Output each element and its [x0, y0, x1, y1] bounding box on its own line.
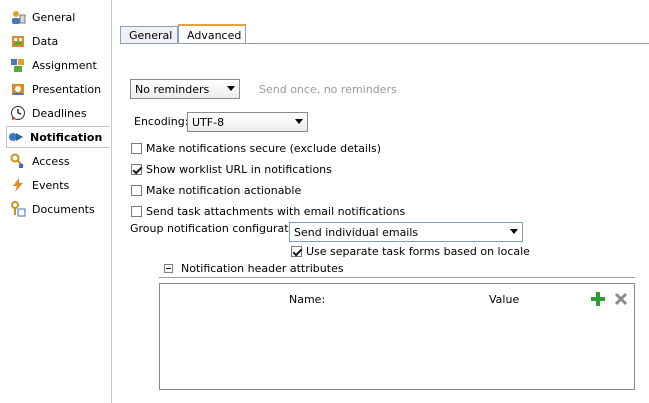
general-icon [9, 8, 27, 26]
sidebar-item-label: Assignment [32, 58, 97, 72]
documents-icon [9, 200, 27, 218]
worklist-checkbox[interactable]: Show worklist URL in notifications [131, 163, 332, 176]
chevron-down-icon [510, 229, 518, 234]
sidebar-item-notification[interactable]: Notification [6, 126, 110, 148]
attachments-checkbox[interactable]: Send task attachments with email notific… [131, 205, 405, 218]
main-panel: General Advanced No reminders Send once,… [112, 0, 649, 403]
chevron-down-icon [295, 119, 303, 124]
checkbox-box [131, 185, 142, 196]
add-icon[interactable] [590, 291, 606, 307]
checkbox-box [291, 246, 302, 257]
reminders-value: No reminders [135, 82, 210, 96]
encoding-label: Encoding: [134, 115, 189, 128]
sidebar-item-access[interactable]: Access [9, 150, 109, 172]
sidebar-item-label: Access [32, 154, 70, 168]
lightning-icon [9, 176, 27, 194]
reminders-select[interactable]: No reminders [130, 79, 240, 99]
header-attributes-table: Name: Value [159, 283, 635, 390]
secure-checkbox-label: Make notifications secure (exclude detai… [146, 142, 382, 155]
sidebar-item-label: Events [32, 178, 70, 192]
chevron-down-icon [227, 86, 235, 91]
separate-forms-checkbox[interactable]: Use separate task forms based on locale [291, 245, 530, 258]
sidebar-item-label: General [32, 10, 76, 24]
encoding-value: UTF-8 [192, 115, 225, 129]
sidebar-item-general[interactable]: General [9, 6, 109, 28]
checkbox-box [131, 206, 142, 217]
tab-general[interactable]: General [120, 26, 178, 43]
checkbox-box [131, 164, 142, 175]
sidebar-item-data[interactable]: Data [9, 30, 109, 52]
section-title: Notification header attributes [181, 262, 344, 275]
sidebar: General Data Assignment Presentation Dea… [0, 0, 112, 403]
sidebar-item-documents[interactable]: Documents [9, 198, 109, 220]
sidebar-item-label: Data [32, 34, 59, 48]
presentation-icon [9, 80, 27, 98]
encoding-select[interactable]: UTF-8 [187, 112, 308, 132]
collapse-icon[interactable] [164, 264, 173, 273]
sidebar-item-label: Notification [30, 130, 103, 144]
sidebar-item-presentation[interactable]: Presentation [9, 78, 109, 100]
section-divider [159, 277, 635, 278]
assignment-icon [9, 56, 27, 74]
reminders-hint: Send once, no reminders [259, 83, 397, 96]
sidebar-item-deadlines[interactable]: Deadlines [9, 102, 109, 124]
checkbox-box [131, 143, 142, 154]
separate-forms-checkbox-label: Use separate task forms based on locale [306, 245, 530, 258]
clock-icon [9, 104, 27, 122]
tab-divider [120, 43, 649, 44]
sidebar-item-label: Presentation [32, 82, 102, 96]
sidebar-item-assignment[interactable]: Assignment [9, 54, 109, 76]
actionable-checkbox[interactable]: Make notification actionable [131, 184, 301, 197]
group-config-label: Group notification configuration: [130, 222, 310, 235]
group-config-value: Send individual emails [294, 225, 419, 239]
sidebar-item-events[interactable]: Events [9, 174, 109, 196]
sidebar-item-label: Documents [32, 202, 95, 216]
sidebar-item-label: Deadlines [32, 106, 87, 120]
value-column-header: Value [489, 293, 520, 306]
name-column-header: Name: [289, 293, 326, 306]
secure-checkbox[interactable]: Make notifications secure (exclude detai… [131, 142, 381, 155]
key-icon [9, 152, 27, 170]
data-icon [9, 32, 27, 50]
notification-icon [7, 128, 25, 146]
attachments-checkbox-label: Send task attachments with email notific… [146, 205, 406, 218]
tab-advanced[interactable]: Advanced [178, 24, 246, 43]
worklist-checkbox-label: Show worklist URL in notifications [146, 163, 332, 176]
actionable-checkbox-label: Make notification actionable [146, 184, 302, 197]
group-config-select[interactable]: Send individual emails [289, 222, 523, 242]
delete-icon[interactable] [613, 291, 629, 307]
